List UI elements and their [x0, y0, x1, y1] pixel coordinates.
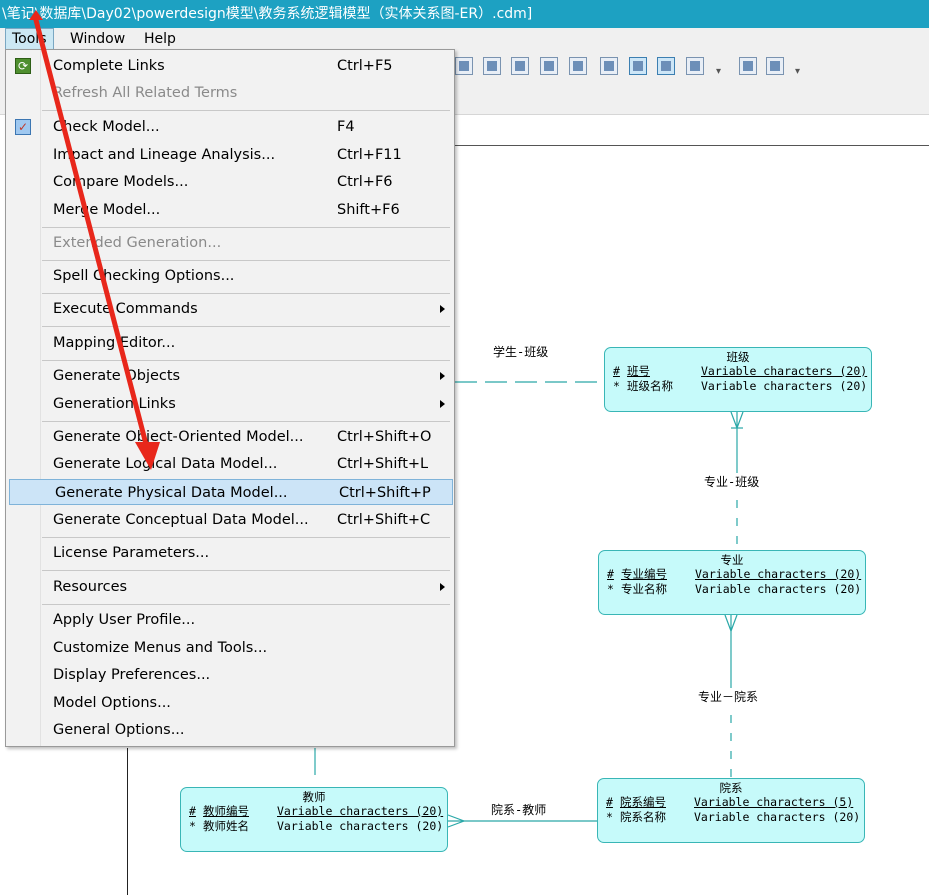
menu-separator — [42, 604, 450, 605]
submenu-arrow-icon — [440, 400, 445, 408]
complete-links-icon — [15, 53, 31, 79]
submenu-arrow-icon — [440, 583, 445, 591]
entity-attribute: # 院系编号 Variable characters (5) — [606, 795, 854, 809]
entity-attribute: * 院系名称 Variable characters (20) — [606, 810, 861, 824]
entity-class[interactable]: 班级 # 班号 Variable characters (20) * 班级名称 Vari… — [604, 347, 872, 412]
entity-attribute: # 教师编号 Variable characters (20) — [189, 804, 444, 818]
check-model-icon — [15, 114, 31, 140]
relationship-major-class-label[interactable]: 专业-班级 — [703, 473, 761, 490]
menu-item-merge-model[interactable]: Merge Model... Shift+F6 — [8, 197, 452, 223]
menu-item-generate-ldm[interactable]: Generate Logical Data Model... Ctrl+Shif… — [8, 451, 452, 477]
menu-item-apply-user-profile[interactable]: Apply User Profile... — [8, 607, 452, 633]
menu-item-generation-links[interactable]: Generation Links — [8, 391, 452, 417]
menu-separator — [42, 293, 450, 294]
entity-attribute: * 教师姓名 Variable characters (20) — [189, 819, 444, 833]
menu-separator — [42, 260, 450, 261]
menu-item-license-parameters[interactable]: License Parameters... — [8, 540, 452, 566]
entity-dept[interactable]: 院系 # 院系编号 Variable characters (5) * 院系名称 Var… — [597, 778, 865, 843]
menu-item-generate-cdm[interactable]: Generate Conceptual Data Model... Ctrl+S… — [8, 507, 452, 533]
menu-item-spell-checking[interactable]: Spell Checking Options... — [8, 263, 452, 289]
menu-separator — [42, 326, 450, 327]
menu-item-general-options[interactable]: General Options... — [8, 717, 452, 743]
entity-name: 教师 — [302, 790, 326, 804]
menu-separator — [42, 110, 450, 111]
menu-item-customize-menus[interactable]: Customize Menus and Tools... — [8, 635, 452, 661]
menu-separator — [42, 421, 450, 422]
menu-item-model-options[interactable]: Model Options... — [8, 690, 452, 716]
menu-item-execute-commands[interactable]: Execute Commands — [8, 296, 452, 322]
entity-attribute: # 班号 Variable characters (20) — [613, 364, 868, 378]
submenu-arrow-icon — [440, 372, 445, 380]
entity-name: 班级 — [726, 350, 750, 364]
menu-item-display-preferences[interactable]: Display Preferences... — [8, 662, 452, 688]
entity-attribute: * 班级名称 Variable characters (20) — [613, 379, 868, 393]
relationship-major-dept-label[interactable]: 专业－院系 — [697, 688, 760, 705]
menu-item-mapping-editor[interactable]: Mapping Editor... — [8, 330, 452, 356]
menu-item-check-model[interactable]: Check Model... F4 — [8, 114, 452, 140]
entity-name: 院系 — [719, 781, 743, 795]
menu-item-complete-links[interactable]: Complete Links Ctrl+F5 — [8, 53, 452, 79]
menu-item-compare-models[interactable]: Compare Models... Ctrl+F6 — [8, 169, 452, 195]
menu-item-generate-oom[interactable]: Generate Object-Oriented Model... Ctrl+S… — [8, 424, 452, 450]
tools-menu: Complete Links Ctrl+F5 Refresh All Relat… — [5, 49, 455, 747]
entity-name: 专业 — [720, 553, 744, 567]
entity-major[interactable]: 专业 # 专业编号 Variable characters (20) * 专业名称 Va… — [598, 550, 866, 615]
entity-attribute: # 专业编号 Variable characters (20) — [607, 567, 862, 581]
entity-teacher[interactable]: 教师 # 教师编号 Variable characters (20) * 教师姓名 Va… — [180, 787, 448, 852]
menu-item-generate-objects[interactable]: Generate Objects — [8, 363, 452, 389]
menu-item-refresh-terms: Refresh All Related Terms — [53, 85, 238, 101]
menu-separator — [42, 227, 450, 228]
menu-separator — [42, 360, 450, 361]
menu-item-resources[interactable]: Resources — [8, 574, 452, 600]
relationship-dept-teacher-label[interactable]: 院系-教师 — [490, 801, 548, 818]
menu-item-extended-generation: Extended Generation... — [53, 235, 222, 251]
menu-separator — [42, 537, 450, 538]
menu-item-impact-analysis[interactable]: Impact and Lineage Analysis... Ctrl+F11 — [8, 142, 452, 168]
menu-separator — [42, 570, 450, 571]
submenu-arrow-icon — [440, 305, 445, 313]
entity-attribute: * 专业名称 Variable characters (20) — [607, 582, 862, 596]
menu-item-generate-pdm[interactable]: Generate Physical Data Model... Ctrl+Shi… — [9, 479, 453, 505]
relationship-student-class-label[interactable]: 学生-班级 — [492, 343, 550, 360]
